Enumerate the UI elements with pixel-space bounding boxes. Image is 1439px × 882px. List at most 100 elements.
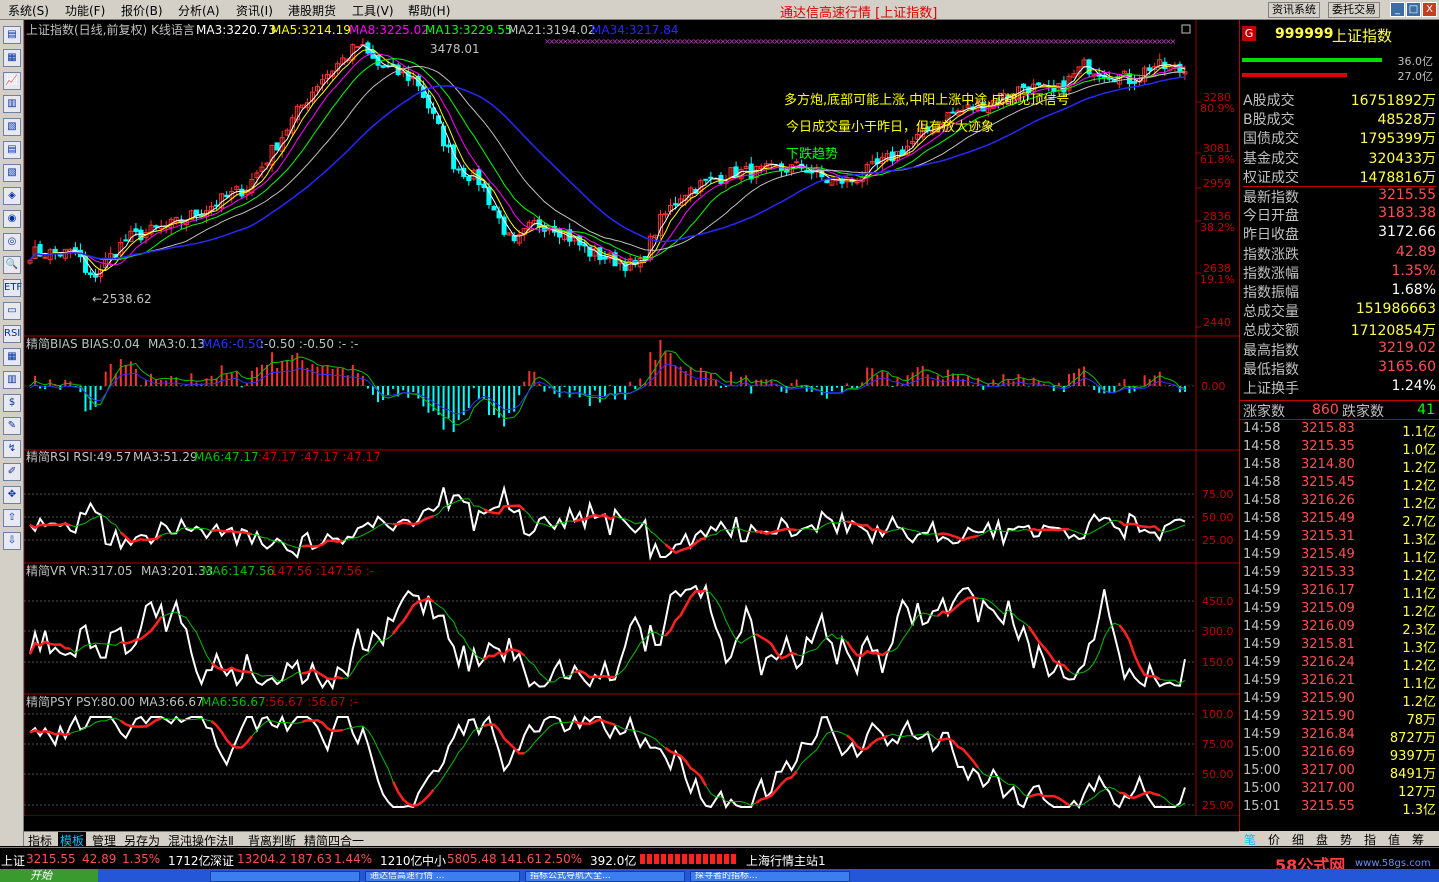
quote-key: 上证换手 [1243,381,1299,397]
bar-top-value: 36.0亿 [1397,55,1434,68]
right-tab[interactable]: 盘 [1316,831,1328,848]
tool-icon[interactable]: ◈ [3,187,21,205]
rsi-rest: :47.17 :47.17 :47.17 [258,450,381,464]
menu-tools[interactable]: 工具(V) [352,2,394,19]
ma13-label: MA13:3229.55 [425,23,513,37]
zx-label: 中小 [422,854,447,868]
quote-value: 1.35% [1391,262,1436,279]
rsi-ma3-label: MA3:51.29 [133,450,198,464]
server-name[interactable]: 上海行情主站1 [746,852,826,869]
task-formula[interactable]: 指标公式导航大全... [525,871,685,882]
candle-body [355,46,361,49]
psy-level-label: 25.00 [1202,799,1234,812]
trade-button[interactable]: 委托交易 [1328,2,1380,18]
tool-icon[interactable]: ⇩ [3,532,21,550]
menu-function[interactable]: 功能(F) [65,2,105,19]
bias-zero-label: 0.00 [1201,380,1226,393]
ma21-label: MA21:3194.02 [508,23,596,37]
right-tab[interactable]: 细 [1292,831,1304,848]
close-icon[interactable]: X [1422,2,1437,17]
quote-row: A股成交 16751892万 [1243,90,1436,109]
menu-info[interactable]: 资讯(I) [236,2,273,19]
quote-key: 最低指数 [1243,361,1299,378]
rsi-level-label: 25.00 [1202,534,1234,547]
tool-icon[interactable]: ✥ [3,486,21,504]
tool-icon[interactable]: ▦ [3,49,21,67]
candle-body [708,176,714,179]
tool-icon[interactable]: $ [3,394,21,412]
vr-level-label: 150.0 [1202,656,1234,669]
menu-system[interactable]: 系统(S) [8,2,49,19]
quote-row: 最新指数 3215.55 [1243,186,1436,206]
tool-icon[interactable]: ▧ [3,164,21,182]
decline-label: 跌家数 [1342,404,1384,420]
quote-row: 权证成交 1478816万 [1243,167,1436,186]
tool-icon[interactable]: ▧ [3,118,21,136]
task-explorer[interactable]: 探寻者的指标... [690,871,850,882]
tool-icon[interactable]: ▤ [3,26,21,44]
tool-icon[interactable]: ▥ [3,371,21,389]
zx-change: 141.61 [500,852,542,866]
bar-bottom-value: 27.0亿 [1397,70,1434,83]
tool-icon[interactable]: ▦ [3,348,21,366]
psy-ma3 [392,781,435,808]
tick-row: 14:58 3215.35 1.0亿 [1243,439,1436,458]
tool-icon[interactable]: RSI [3,325,21,343]
tool-icon[interactable]: ◎ [3,233,21,251]
tool-icon[interactable]: ETF [3,279,22,297]
index-name: 上证指数 [1332,27,1393,45]
tool-icon[interactable]: 📈 [3,72,21,90]
right-tab[interactable]: 势 [1340,831,1352,848]
tick-row: 14:58 3214.80 1.2亿 [1243,457,1436,476]
tool-icon[interactable]: ⇧ [3,509,21,527]
right-tab[interactable]: 笔 [1244,831,1256,848]
quote-row: 今日开盘 3183.38 [1243,205,1436,224]
ma3-label: MA3:3220.73 [196,23,276,37]
tool-icon[interactable]: ◉ [3,210,21,228]
zx-value: 5805.48 [447,852,497,866]
quote-key: 最高指数 [1243,342,1299,359]
zx-amount: 392.0亿 [590,854,637,868]
right-tab[interactable]: 指 [1364,831,1376,848]
tool-icon[interactable]: ✎ [3,417,21,435]
vr-line [29,582,1186,691]
menu-quote[interactable]: 报价(B) [121,2,163,19]
sh-amount: 1712亿 [168,854,211,868]
tool-icon[interactable]: ▥ [3,95,21,113]
tool-icon[interactable]: ↯ [3,440,21,458]
sz-change: 187.63 [290,852,332,866]
menu-help[interactable]: 帮助(H) [408,2,450,19]
quote-row: 最高指数 3219.02 [1243,340,1436,359]
tick-row: 14:59 3215.33 1.2亿 [1243,565,1436,584]
right-tab[interactable]: 值 [1388,831,1400,848]
start-button[interactable]: 开始 [0,869,98,882]
kline-chart[interactable]: ××××××××××××××××××××××××××××××××××××××××… [24,20,1239,816]
minimize-icon[interactable]: _ [1390,2,1405,17]
sz-percent: 1.44% [334,852,373,866]
task-1[interactable] [210,871,360,882]
ma5-label: MA5:3214.19 [271,23,351,37]
right-tab[interactable]: 筹 [1412,831,1424,848]
quote-value: 3165.60 [1378,358,1436,375]
tool-icon[interactable]: ✐ [3,463,21,481]
menu-hk-futures[interactable]: 港股期货 [288,2,336,19]
y-tick-label: 2440 [1203,316,1231,329]
info-system-button[interactable]: 资讯系统 [1268,2,1320,18]
vr-level-label: 300.0 [1202,625,1234,638]
quote-key: 权证成交 [1243,169,1299,186]
tool-icon[interactable]: ▭ [3,302,21,320]
candle-body [198,214,204,217]
rsi-ma6-label: MA6:47.17 [194,450,259,464]
rsi-level-label: 75.00 [1202,488,1234,501]
tick-row: 14:59 3215.81 1.3亿 [1243,637,1436,656]
right-tab[interactable]: 价 [1268,831,1280,848]
expand-icon[interactable] [1181,24,1191,34]
maximize-icon[interactable]: □ [1406,2,1421,17]
tool-icon[interactable]: ▤ [3,141,21,159]
task-tdx[interactable]: 通达信高速行情 ... [365,871,520,882]
tick-row: 14:59 3216.24 1.2亿 [1243,655,1436,674]
menu-analysis[interactable]: 分析(A) [178,2,220,19]
tool-icon[interactable]: 🔍 [3,256,21,274]
bias-header: 精简BIAS BIAS:0.04 [26,337,140,351]
candle-body [42,256,48,259]
